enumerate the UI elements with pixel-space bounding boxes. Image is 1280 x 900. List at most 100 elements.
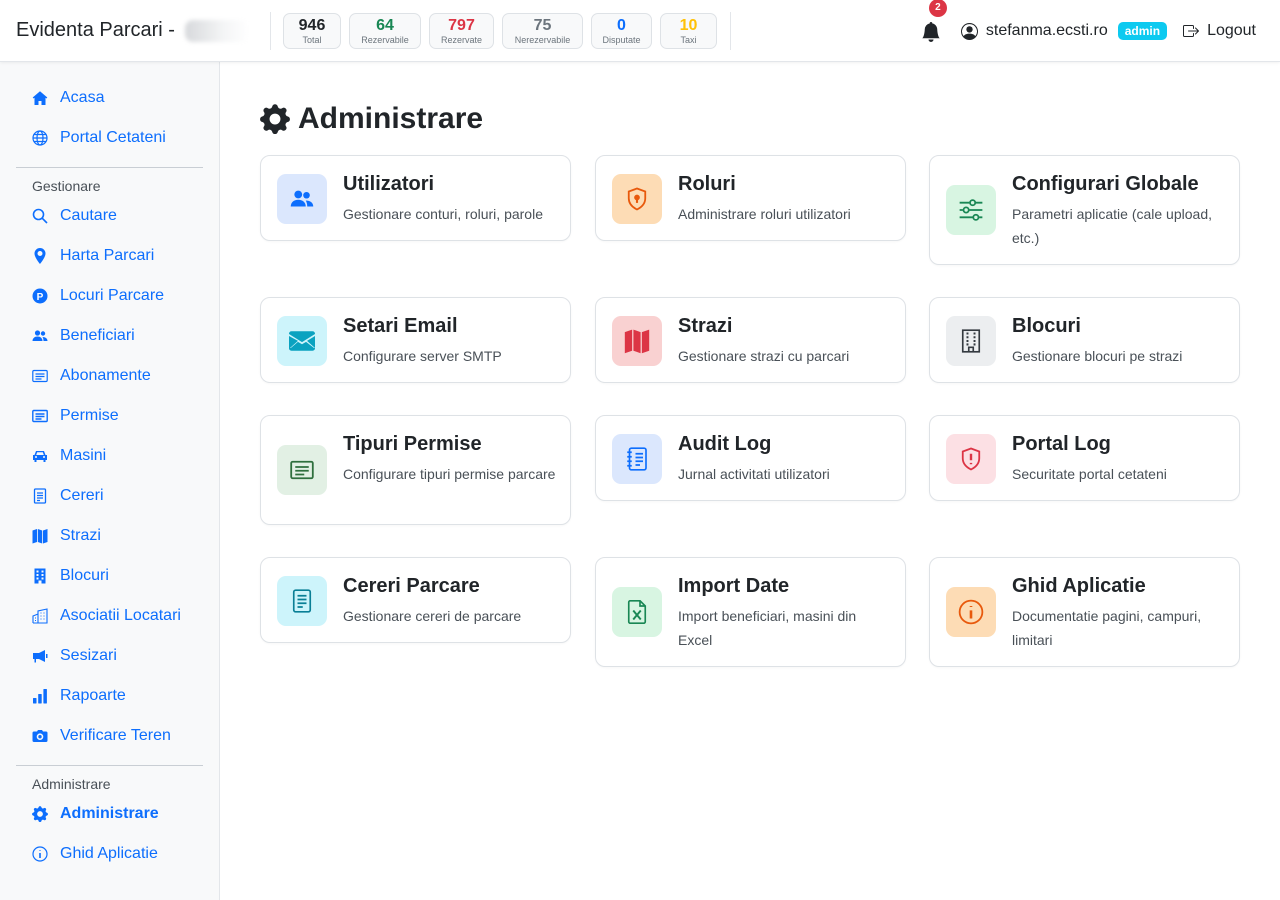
- card-roluri[interactable]: Roluri Administrare roluri utilizatori: [595, 155, 906, 241]
- card-tipuri-permise[interactable]: Tipuri Permise Configurare tipuri permis…: [260, 415, 571, 525]
- card-description: Jurnal activitati utilizatori: [678, 466, 830, 482]
- card-description: Gestionare cereri de parcare: [343, 608, 522, 624]
- sidebar-item-label: Cautare: [60, 207, 117, 224]
- card-ghid-aplicatie[interactable]: Ghid Aplicatie Documentatie pagini, camp…: [929, 557, 1240, 667]
- gear-icon: [260, 104, 290, 134]
- card-description: Gestionare conturi, roluri, parole: [343, 206, 543, 222]
- stat-rezervate: 797 Rezervate: [429, 13, 494, 49]
- map-icon: [32, 528, 48, 544]
- sidebar-item-label: Beneficiari: [60, 327, 135, 344]
- card-setari-email[interactable]: Setari Email Configurare server SMTP: [260, 297, 571, 383]
- file-text-icon: [277, 576, 327, 626]
- sidebar-item-label: Cereri: [60, 487, 104, 504]
- header-divider: [270, 12, 271, 50]
- building-icon: [32, 568, 48, 584]
- sidebar-item-cautare[interactable]: Cautare: [32, 204, 117, 228]
- file-excel-icon: [612, 587, 662, 637]
- section-label-gestionare: Gestionare: [32, 178, 101, 194]
- header-divider: [730, 12, 731, 50]
- map-pin-icon: [32, 248, 48, 264]
- sidebar-item-abonamente[interactable]: Abonamente: [32, 364, 151, 388]
- card-portal-log[interactable]: Portal Log Securitate portal cetateni: [929, 415, 1240, 501]
- notifications-button[interactable]: 2: [921, 0, 947, 42]
- page-title: Administrare: [260, 102, 483, 136]
- stat-value: 0: [617, 16, 626, 34]
- card-title: Utilizatori: [343, 173, 435, 195]
- card-import-date[interactable]: Import Date Import beneficiari, masini d…: [595, 557, 906, 667]
- sidebar-item-locuri-parcare[interactable]: P Locuri Parcare: [32, 284, 164, 308]
- stat-value: 64: [376, 16, 394, 34]
- sidebar-item-label: Strazi: [60, 527, 101, 544]
- card-description: Import beneficiari, masini din Excel: [678, 608, 857, 648]
- redacted-city: [184, 19, 249, 42]
- logout-icon: [1183, 25, 1200, 37]
- stat-label: Rezervate: [440, 34, 483, 45]
- logout-button[interactable]: Logout: [1183, 22, 1256, 40]
- sidebar-item-masini[interactable]: Masini: [32, 444, 106, 468]
- sidebar-item-strazi[interactable]: Strazi: [32, 524, 101, 548]
- card-utilizatori[interactable]: Utilizatori Gestionare conturi, roluri, …: [260, 155, 571, 241]
- stat-nerezervabile: 75 Nerezervabile: [502, 13, 583, 49]
- building-icon: [946, 316, 996, 366]
- camera-icon: [32, 728, 48, 744]
- header-right-tools: 2 stefanma.ecsti.ro admin Logout: [921, 0, 1256, 62]
- sidebar: Acasa Portal Cetateni Gestionare Cautare…: [0, 62, 220, 900]
- sidebar-item-cereri[interactable]: Cereri: [32, 484, 104, 508]
- sidebar-item-sesizari[interactable]: Sesizari: [32, 644, 117, 668]
- sidebar-item-blocuri[interactable]: Blocuri: [32, 564, 109, 588]
- card-description: Configurare server SMTP: [343, 348, 502, 364]
- stat-value: 10: [679, 16, 698, 34]
- sidebar-item-ghid-aplicatie[interactable]: Ghid Aplicatie: [32, 842, 158, 866]
- card-description: Gestionare blocuri pe strazi: [1012, 348, 1183, 364]
- sidebar-divider: [16, 765, 203, 766]
- card-title: Setari Email: [343, 315, 458, 337]
- stat-value: 946: [298, 16, 326, 34]
- sidebar-item-acasa[interactable]: Acasa: [32, 86, 104, 110]
- card-cereri-parcare[interactable]: Cereri Parcare Gestionare cereri de parc…: [260, 557, 571, 643]
- card-configurari-globale[interactable]: Configurari Globale Parametri aplicatie …: [929, 155, 1240, 265]
- svg-text:P: P: [37, 292, 44, 303]
- sidebar-divider: [16, 167, 203, 168]
- top-navbar: Evidenta Parcari - 946 Total 64 Rezervab…: [0, 0, 1280, 62]
- sidebar-item-label: Asociatii Locatari: [60, 607, 181, 624]
- megaphone-icon: [32, 648, 48, 664]
- sidebar-item-label: Verificare Teren: [60, 727, 171, 744]
- sidebar-item-rapoarte[interactable]: Rapoarte: [32, 684, 126, 708]
- card-title: Strazi: [678, 315, 733, 337]
- info-icon: [32, 846, 48, 862]
- stat-label: Total: [302, 34, 322, 45]
- stat-label: Nerezervabile: [514, 34, 571, 45]
- search-icon: [32, 208, 48, 224]
- sidebar-item-portal-cetateni[interactable]: Portal Cetateni: [32, 126, 166, 150]
- envelope-icon: [277, 316, 327, 366]
- card-text-icon: [277, 445, 327, 495]
- logout-label: Logout: [1207, 22, 1256, 39]
- card-audit-log[interactable]: Audit Log Jurnal activitati utilizatori: [595, 415, 906, 501]
- bell-icon: [922, 21, 940, 42]
- sidebar-item-asociatii-locatari[interactable]: Asociatii Locatari: [32, 604, 181, 628]
- sidebar-item-administrare[interactable]: Administrare: [32, 802, 159, 826]
- page-title-text: Administrare: [298, 102, 484, 135]
- sidebar-item-verificare-teren[interactable]: Verificare Teren: [32, 724, 171, 748]
- card-description: Securitate portal cetateni: [1012, 466, 1167, 482]
- home-icon: [32, 90, 48, 106]
- card-blocuri[interactable]: Blocuri Gestionare blocuri pe strazi: [929, 297, 1240, 383]
- card-title: Import Date: [678, 575, 790, 597]
- sliders-icon: [946, 185, 996, 235]
- stat-value: 797: [448, 16, 475, 34]
- user-email: stefanma.ecsti.ro: [985, 22, 1108, 39]
- sidebar-item-permise[interactable]: Permise: [32, 404, 119, 428]
- user-menu[interactable]: stefanma.ecsti.ro: [960, 22, 1108, 40]
- app-title[interactable]: Evidenta Parcari -: [16, 19, 249, 42]
- shield-lock-icon: [612, 174, 662, 224]
- sidebar-item-label: Portal Cetateni: [60, 129, 166, 146]
- app-title-text: Evidenta Parcari -: [16, 19, 181, 41]
- sidebar-item-label: Masini: [60, 447, 107, 464]
- buildings-icon: [32, 608, 48, 624]
- card-strazi[interactable]: Strazi Gestionare strazi cu parcari: [595, 297, 906, 383]
- sidebar-item-label: Abonamente: [60, 367, 151, 384]
- sidebar-item-beneficiari[interactable]: Beneficiari: [32, 324, 135, 348]
- sidebar-item-harta-parcari[interactable]: Harta Parcari: [32, 244, 154, 268]
- section-label-administrare: Administrare: [32, 776, 111, 792]
- sidebar-item-label: Sesizari: [60, 647, 117, 664]
